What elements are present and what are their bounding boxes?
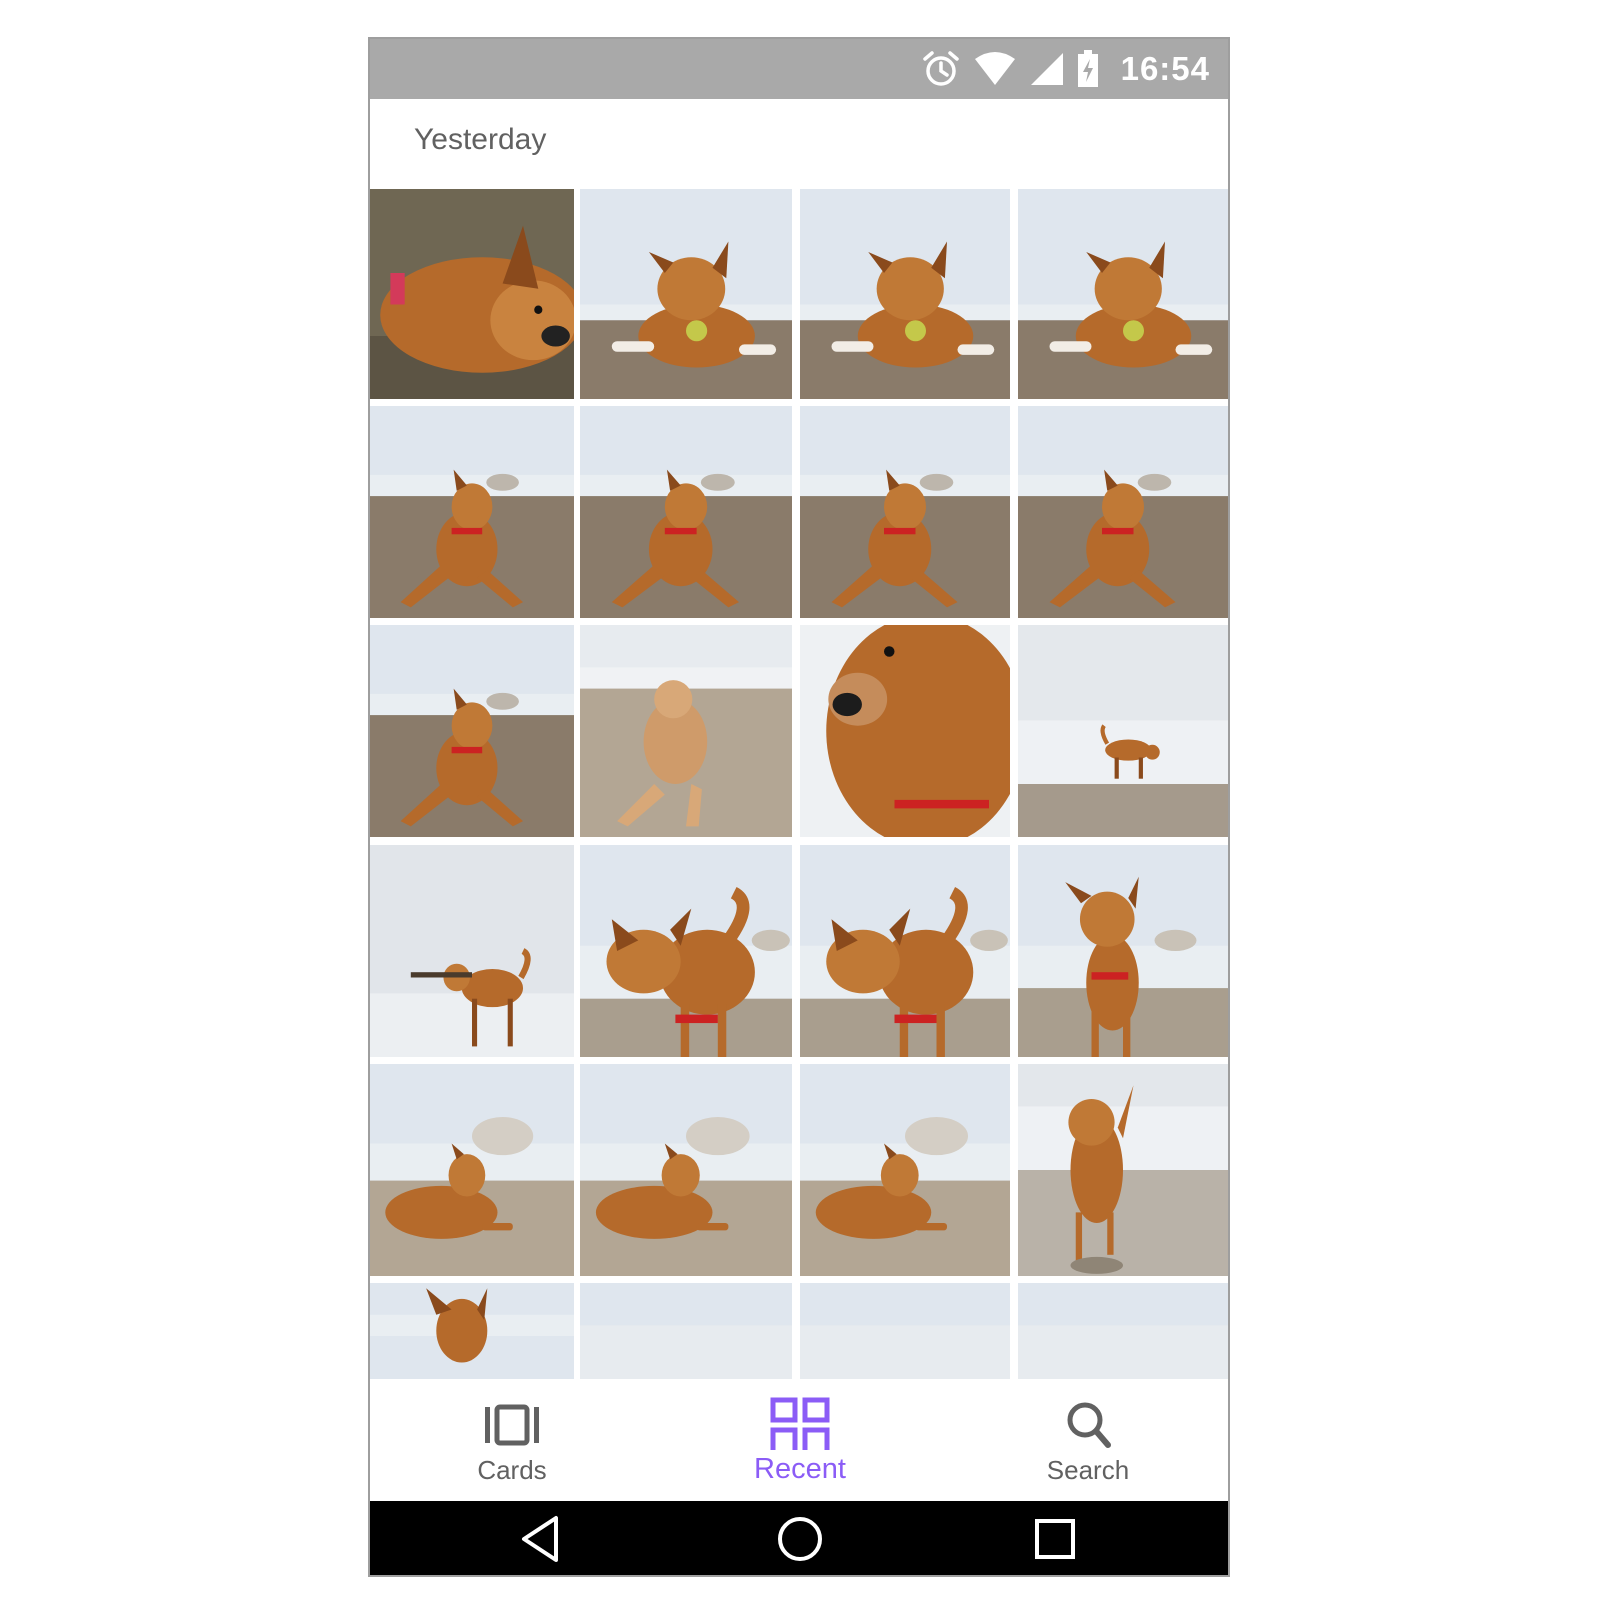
photo-image [800, 1283, 1010, 1379]
photo-image [580, 1283, 792, 1379]
photo-image [580, 625, 792, 837]
alarm-icon [921, 49, 961, 89]
photo-image [1018, 1283, 1228, 1379]
photo-image [370, 845, 574, 1057]
photo-image [800, 1064, 1010, 1276]
photo-thumbnail[interactable] [1018, 625, 1228, 837]
photo-thumbnail[interactable] [370, 1283, 574, 1379]
photo-image [1018, 1064, 1228, 1276]
photo-image [800, 845, 1010, 1057]
cards-icon [482, 1397, 542, 1453]
photo-thumbnail[interactable] [1018, 189, 1228, 399]
photo-image [1018, 845, 1228, 1057]
photo-thumbnail[interactable] [580, 1283, 792, 1379]
photo-thumbnail[interactable] [580, 1064, 792, 1276]
photo-image [370, 1064, 574, 1276]
recent-grid-icon [770, 1397, 830, 1453]
photo-thumbnail[interactable] [1018, 1064, 1228, 1276]
photo-thumbnail[interactable] [580, 406, 792, 618]
photo-thumbnail[interactable] [370, 625, 574, 837]
photo-thumbnail[interactable] [800, 406, 1010, 618]
photo-thumbnail[interactable] [580, 625, 792, 837]
photo-image [800, 406, 1010, 618]
photo-thumbnail[interactable] [1018, 406, 1228, 618]
home-icon [778, 1517, 822, 1561]
section-date-title: Yesterday [414, 123, 547, 156]
home-button[interactable] [755, 1501, 845, 1575]
photo-image [580, 845, 792, 1057]
nav-tab-search[interactable]: Search [988, 1379, 1188, 1501]
bottom-navigation: Cards Recent Search [370, 1379, 1228, 1501]
recents-button[interactable] [1010, 1501, 1100, 1575]
photo-image [800, 625, 1010, 837]
nav-tab-recent[interactable]: Recent [700, 1379, 900, 1501]
photo-grid [370, 189, 1228, 1379]
status-time: 16:54 [1120, 50, 1210, 87]
back-icon [522, 1516, 558, 1562]
photo-thumbnail[interactable] [800, 845, 1010, 1057]
photo-thumbnail[interactable] [580, 845, 792, 1057]
nav-label-recent: Recent [754, 1453, 846, 1485]
photo-image [370, 1283, 574, 1379]
photo-thumbnail[interactable] [800, 1064, 1010, 1276]
photo-thumbnail[interactable] [370, 1064, 574, 1276]
photo-image [580, 1064, 792, 1276]
photo-thumbnail[interactable] [1018, 1283, 1228, 1379]
photo-image [370, 625, 574, 837]
battery-charging-icon [1077, 50, 1099, 88]
photo-image [1018, 189, 1228, 399]
photo-thumbnail[interactable] [370, 845, 574, 1057]
nav-label-search: Search [1046, 1455, 1130, 1485]
photo-thumbnail[interactable] [370, 406, 574, 618]
photo-thumbnail[interactable] [370, 189, 574, 399]
cell-signal-icon [1029, 51, 1065, 87]
photo-image [1018, 625, 1228, 837]
nav-tab-cards[interactable]: Cards [412, 1379, 612, 1501]
photo-image [370, 406, 574, 618]
photo-thumbnail[interactable] [800, 1283, 1010, 1379]
back-button[interactable] [496, 1501, 586, 1575]
date-section-header: Yesterday [370, 99, 1228, 187]
photo-thumbnail[interactable] [580, 189, 792, 399]
nav-label-cards: Cards [477, 1455, 547, 1485]
photo-image [580, 406, 792, 618]
status-bar: 16:54 [370, 39, 1228, 99]
recents-icon [1035, 1519, 1075, 1559]
photo-image [1018, 406, 1228, 618]
photo-thumbnail[interactable] [1018, 845, 1228, 1057]
wifi-icon [973, 51, 1017, 87]
photo-image [580, 189, 792, 399]
phone-screen: 16:54 Yesterday Cards Recent Search [368, 37, 1230, 1577]
photo-thumbnail[interactable] [800, 189, 1010, 399]
status-icons: 16:54 [921, 47, 1210, 91]
photo-image [800, 189, 1010, 399]
photo-image [370, 189, 574, 399]
photo-thumbnail[interactable] [800, 625, 1010, 837]
search-icon [1058, 1397, 1118, 1453]
system-navigation-bar [370, 1501, 1228, 1575]
